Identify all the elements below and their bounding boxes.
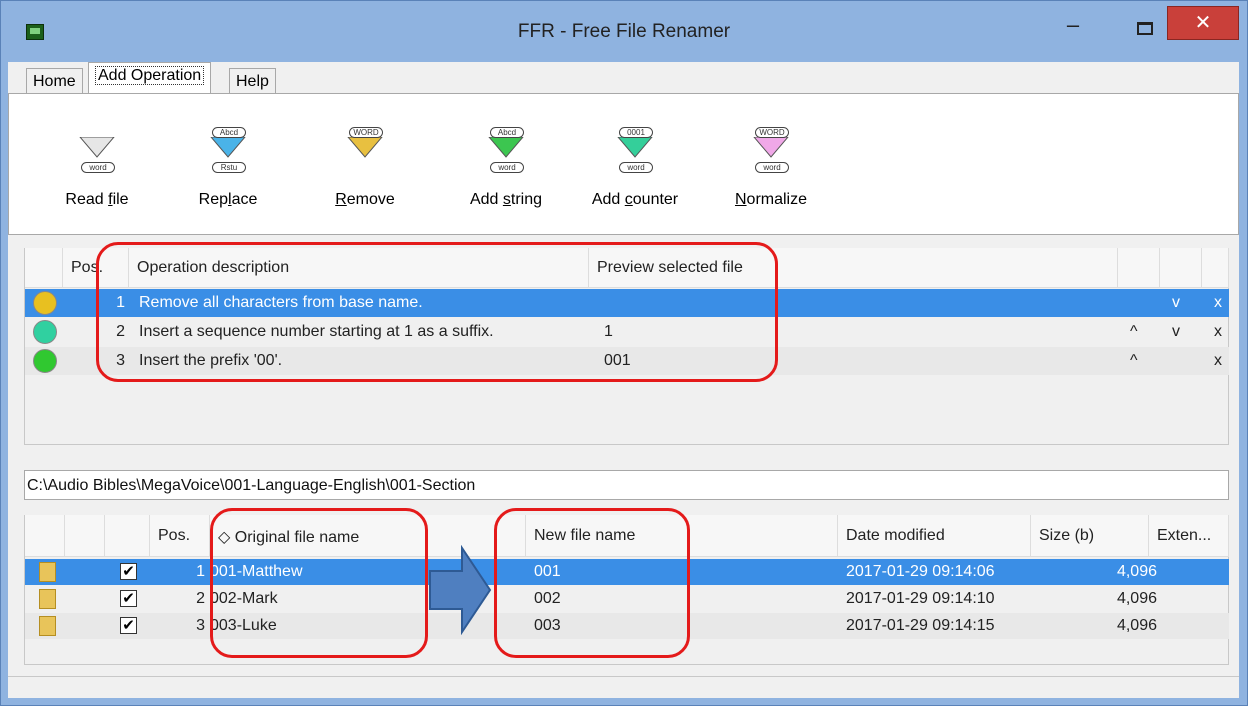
ribbon-triangle-4 [617,137,653,158]
ribbon-pill-top-2: WORD [349,127,383,138]
file-pos: 1 [196,563,205,580]
ops-header-down [1160,248,1202,288]
ribbon-icon-2[interactable]: WORD [345,127,385,173]
row-checkbox[interactable]: ✔ [120,563,137,580]
ribbon-icon-5[interactable]: WORD word [751,127,791,173]
file-size: 4,096 [1116,590,1157,607]
tab-help[interactable]: Help [229,68,276,96]
ribbon-label-accel: R [335,191,347,208]
folder-path-field[interactable]: C:\Audio Bibles\MegaVoice\001-Language-E… [24,470,1229,500]
ribbon-label-pre: Add [469,191,503,208]
ribbon-triangle-3 [488,137,524,158]
file-pos: 2 [196,590,205,607]
ribbon-icon-1[interactable]: Abcd Rstu [208,127,248,173]
ribbon-triangle-1 [210,137,246,158]
ribbon-triangle-2 [347,137,383,158]
ribbon-icon-0[interactable]: word [77,127,117,173]
ops-header-up [1118,248,1160,288]
file-size: 4,096 [1116,617,1157,634]
tab-home-label: Home [33,73,76,90]
ribbon-pill-bottom-5: word [755,162,789,173]
ribbon-triangle-0 [79,137,115,158]
folder-icon [39,616,56,636]
ribbon-label-post: ounter [632,191,679,208]
highlight-ops [96,242,778,382]
tab-add-operation-label: Add Operation [95,66,205,85]
folder-icon [39,562,56,582]
arrow-right-icon [429,545,492,635]
row-checkbox[interactable]: ✔ [120,617,137,634]
files-header-blank [65,515,105,557]
delete-button[interactable]: x [1214,352,1222,370]
file-date: 2017-01-29 09:14:10 [846,590,995,607]
row-checkbox[interactable]: ✔ [120,590,137,607]
delete-button[interactable]: x [1214,323,1222,341]
files-header-icon [25,515,65,557]
maximize-button[interactable] [1137,22,1153,35]
ops-header-icon [25,248,63,288]
files-header-size[interactable]: Size (b) [1031,515,1149,557]
tab-add-operation[interactable]: Add Operation [88,62,212,94]
ribbon-label-post: emove [346,191,395,208]
tab-home[interactable]: Home [26,68,83,96]
files-header-date[interactable]: Date modified [838,515,1031,557]
ribbon-label-post: ile [112,191,129,208]
move-down-button[interactable]: v [1172,323,1180,341]
ribbon-pill-bottom-0: word [81,162,115,173]
delete-button[interactable]: x [1214,294,1222,312]
file-date: 2017-01-29 09:14:15 [846,617,995,634]
file-pos: 3 [196,617,205,634]
file-date: 2017-01-29 09:14:06 [846,563,995,580]
status-dot-icon [33,349,57,373]
ops-header-delete [1202,248,1229,288]
files-header-ext[interactable]: Exten... [1149,515,1229,557]
ribbon-label-post: ormalize [746,191,808,208]
ribbon-button-2[interactable]: Remove [300,191,430,209]
ribbon-label-pre: Add [591,191,625,208]
files-header-pos[interactable]: Pos. [150,515,210,557]
ribbon-pill-bottom-3: word [490,162,524,173]
highlight-new [494,508,690,658]
ribbon-label-accel: c [624,191,633,208]
ribbon-icon-3[interactable]: Abcd word [486,127,526,173]
status-dot-icon [33,320,57,344]
ribbon-button-0[interactable]: Read file [32,191,162,209]
ribbon-label-accel: N [734,191,747,208]
ribbon-pill-top-4: 0001 [619,127,653,138]
ribbon-button-3[interactable]: Add string [441,191,571,209]
ribbon-label-pre: Read [65,191,109,208]
highlight-original [210,508,428,658]
ribbon-label-pre: Rep [198,191,228,208]
tab-help-label: Help [236,73,269,90]
minimize-button[interactable]: ‒ [1060,14,1086,40]
folder-icon [39,589,56,609]
file-size: 4,096 [1116,563,1157,580]
status-bar [8,676,1239,698]
close-button[interactable]: ✕ [1167,6,1239,40]
ribbon-pill-top-3: Abcd [490,127,524,138]
ribbon-pill-top-1: Abcd [212,127,246,138]
move-up-button[interactable]: ^ [1130,352,1138,370]
move-up-button[interactable]: ^ [1130,323,1138,341]
ribbon-button-1[interactable]: Replace [163,191,293,209]
files-header-check [105,515,150,557]
title-bar[interactable]: FFR - Free File Renamer ‒ ✕ [0,0,1248,60]
status-dot-icon [33,291,57,315]
ribbon-button-4[interactable]: Add counter [570,191,700,209]
ribbon-label-accel: s [502,191,511,208]
move-down-button[interactable]: v [1172,294,1180,312]
ribbon-pill-bottom-1: Rstu [212,162,246,173]
ribbon-icon-4[interactable]: 0001 word [615,127,655,173]
ribbon-label-post: tring [510,191,543,208]
ribbon-triangle-5 [753,137,789,158]
ribbon-label-post: ace [231,191,258,208]
ribbon-pill-bottom-4: word [619,162,653,173]
ribbon-button-5[interactable]: Normalize [706,191,836,209]
ribbon-pill-top-5: WORD [755,127,789,138]
